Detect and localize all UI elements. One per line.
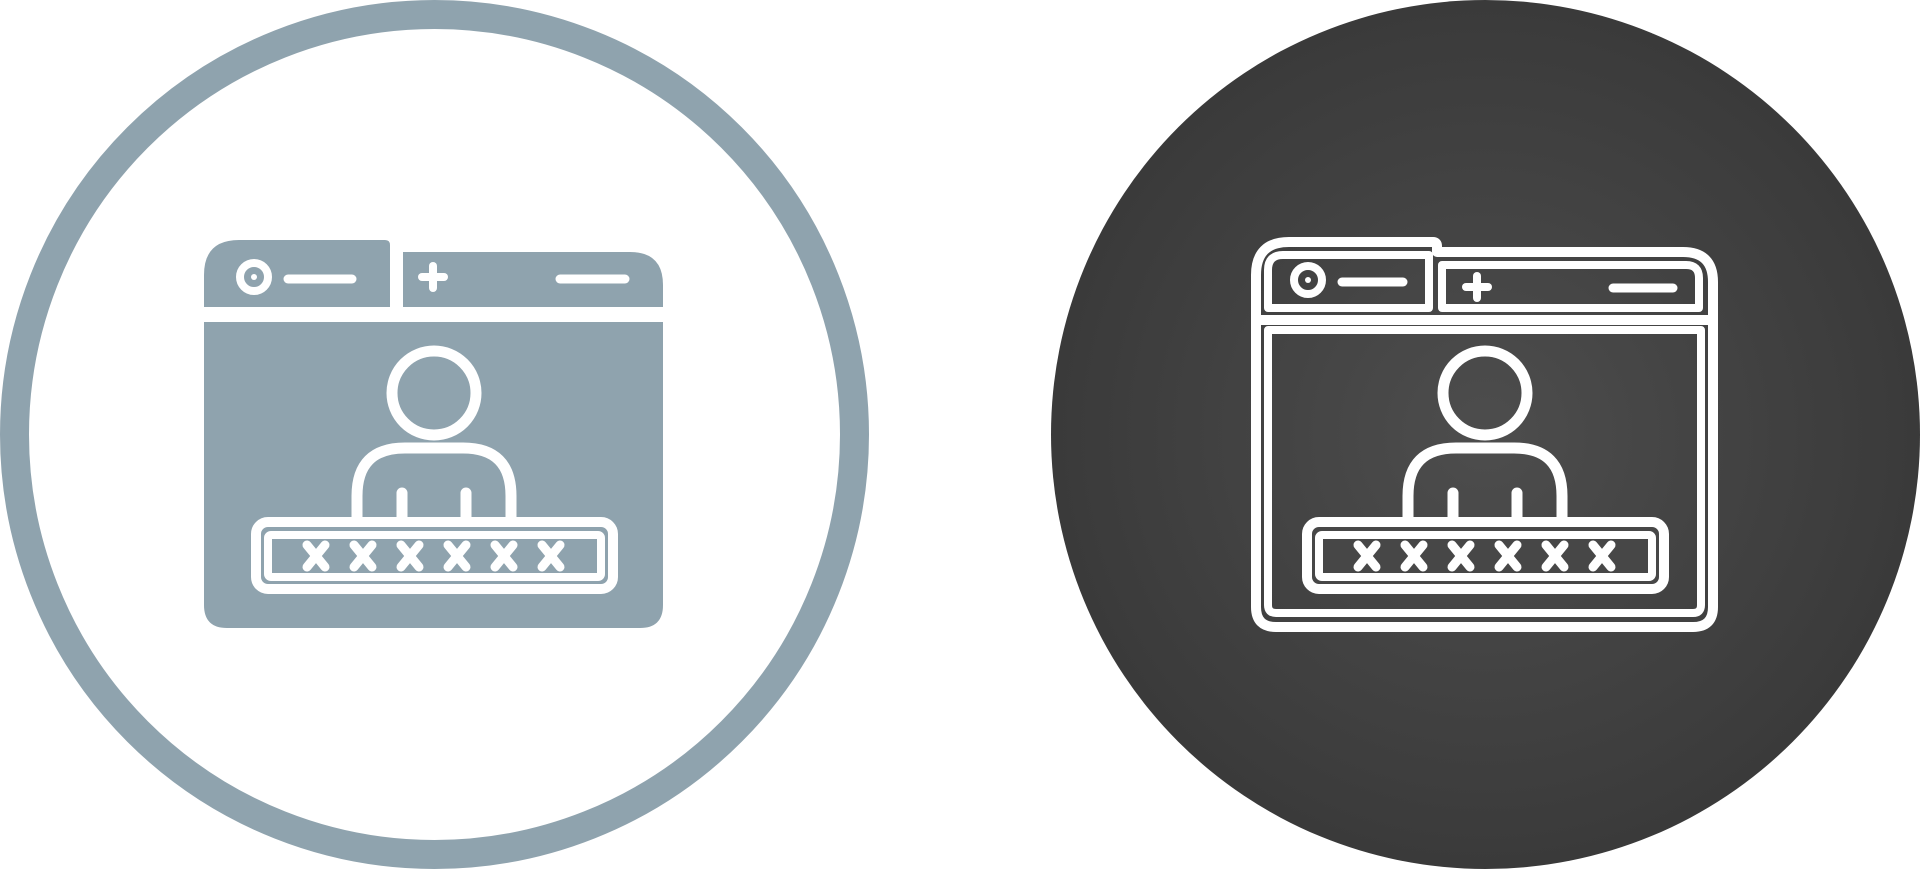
browser-window-glyph [204, 240, 663, 628]
browser-login-glyph-icon [0, 0, 869, 869]
browser-login-outline-icon [1051, 0, 1920, 869]
icon-pair [0, 0, 1920, 869]
browser-login-glyph-badge [0, 0, 869, 869]
browser-tab-left [204, 240, 390, 307]
browser-login-outline-badge [1051, 0, 1920, 869]
